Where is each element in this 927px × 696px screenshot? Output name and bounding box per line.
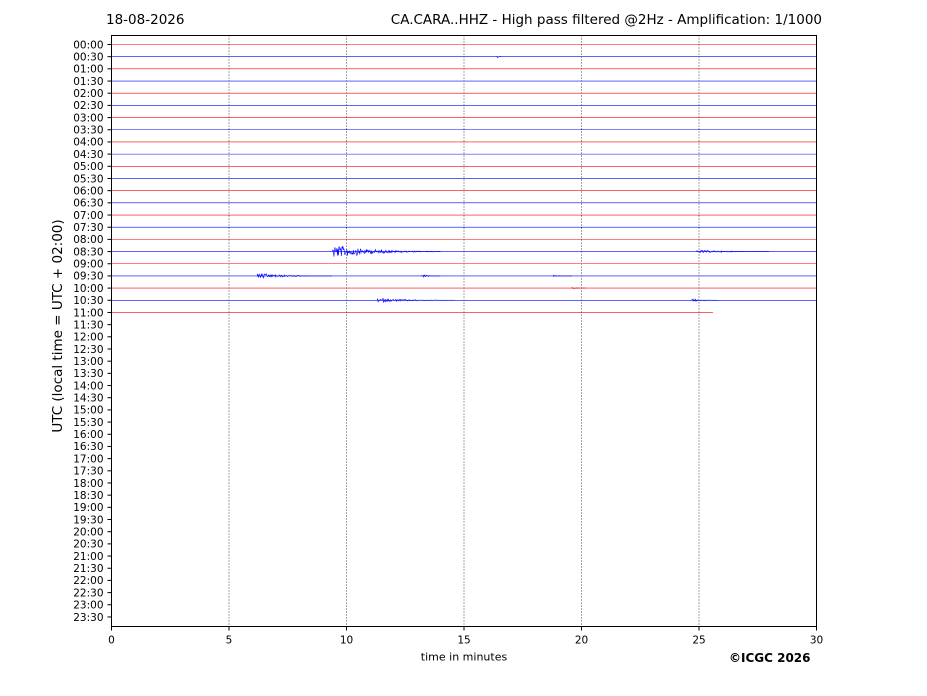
- y-tick-label: 08:30: [73, 246, 103, 258]
- event-waveform: [691, 298, 718, 302]
- y-tick-label: 03:00: [73, 112, 103, 124]
- y-tick-label: 04:30: [73, 149, 103, 161]
- seismogram-plot: 00:0000:3001:0001:3002:0002:3003:0003:30…: [50, 35, 823, 664]
- y-tick-label: 17:00: [73, 453, 103, 465]
- y-axis-label: UTC (local time = UTC + 02:00): [50, 219, 66, 432]
- y-tick-label: 02:30: [73, 100, 103, 112]
- plot-frame: [111, 35, 817, 627]
- y-tick-label: 09:30: [73, 271, 103, 283]
- copyright-text: ©ICGC 2026: [729, 651, 811, 665]
- y-tick-label: 05:30: [73, 173, 103, 185]
- y-tick-label: 06:30: [73, 198, 103, 210]
- y-tick-label: 14:00: [73, 380, 103, 392]
- y-tick-label: 18:30: [73, 490, 103, 502]
- y-tick-label: 21:30: [73, 563, 103, 575]
- y-tick-label: 00:30: [73, 51, 103, 63]
- y-tick-label: 12:00: [73, 332, 103, 344]
- x-tick-label: 15: [457, 635, 470, 647]
- y-tick-label: 06:00: [73, 185, 103, 197]
- y-tick-label: 03:30: [73, 125, 103, 137]
- x-axis-label: time in minutes: [421, 651, 508, 664]
- y-tick-label: 23:30: [73, 612, 103, 624]
- y-tick-label: 11:00: [73, 307, 103, 319]
- y-tick-label: 18:00: [73, 478, 103, 490]
- x-tick-label: 25: [692, 635, 705, 647]
- y-tick-label: 20:30: [73, 539, 103, 551]
- y-tick-label: 21:00: [73, 551, 103, 563]
- y-tick-label: 16:00: [73, 429, 103, 441]
- y-tick-label: 15:30: [73, 417, 103, 429]
- y-tick-label: 15:00: [73, 405, 103, 417]
- x-tick-label: 20: [575, 635, 588, 647]
- y-tick-label: 00:00: [73, 39, 103, 51]
- x-tick-label: 0: [108, 635, 115, 647]
- event-waveform: [256, 272, 333, 279]
- y-tick-label: 13:00: [73, 356, 103, 368]
- y-tick-label: 12:30: [73, 344, 103, 356]
- y-tick-label: 04:00: [73, 137, 103, 149]
- trace-layer: [111, 44, 817, 313]
- y-tick-label: 23:00: [73, 600, 103, 612]
- y-tick-label: 10:00: [73, 283, 103, 295]
- event-waveform: [376, 297, 455, 304]
- y-tick-label: 02:00: [73, 88, 103, 100]
- y-tick-layer: 00:0000:3001:0001:3002:0002:3003:0003:30…: [73, 39, 112, 624]
- y-tick-label: 07:30: [73, 222, 103, 234]
- y-tick-label: 14:30: [73, 393, 103, 405]
- x-tick-layer: 0 5 10 15 20 25 30: [108, 626, 823, 647]
- y-tick-label: 17:30: [73, 466, 103, 478]
- y-tick-label: 22:00: [73, 575, 103, 587]
- y-tick-label: 07:00: [73, 210, 103, 222]
- y-tick-label: 11:30: [73, 319, 103, 331]
- y-tick-label: 01:00: [73, 64, 103, 76]
- y-tick-label: 10:30: [73, 295, 103, 307]
- y-tick-label: 19:30: [73, 514, 103, 526]
- y-tick-label: 08:00: [73, 234, 103, 246]
- y-tick-label: 05:00: [73, 161, 103, 173]
- y-tick-label: 13:30: [73, 368, 103, 380]
- event-waveform: [571, 287, 587, 290]
- y-tick-label: 22:30: [73, 587, 103, 599]
- x-tick-label: 5: [226, 635, 233, 647]
- y-tick-label: 09:00: [73, 259, 103, 271]
- grid-layer: [228, 35, 700, 627]
- y-tick-label: 20:00: [73, 527, 103, 539]
- y-tick-label: 19:00: [73, 502, 103, 514]
- y-tick-label: 16:30: [73, 441, 103, 453]
- y-tick-label: 01:30: [73, 76, 103, 88]
- x-tick-label: 10: [340, 635, 353, 647]
- x-tick-label: 30: [810, 635, 823, 647]
